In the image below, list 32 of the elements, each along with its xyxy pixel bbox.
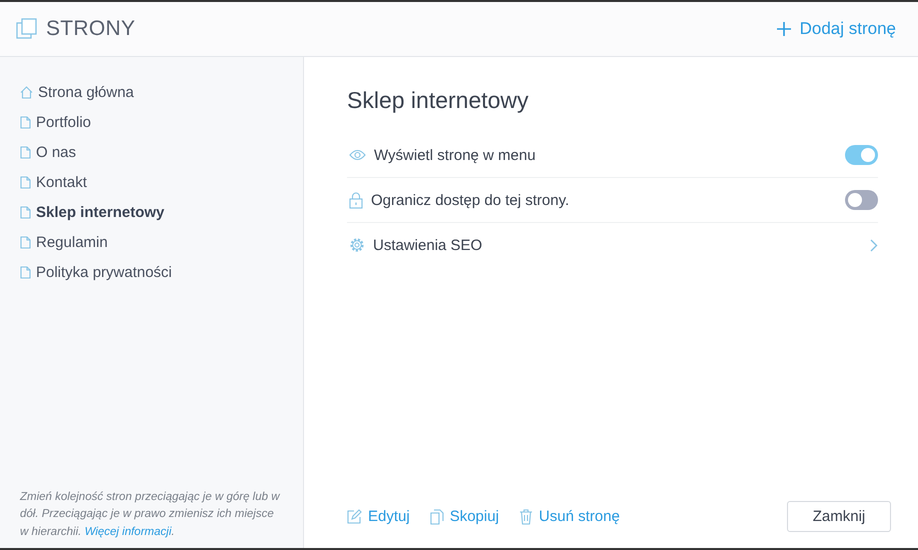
page-icon (20, 206, 31, 218)
copy-icon (430, 508, 444, 524)
gear-icon (349, 237, 365, 253)
page-title: Sklep internetowy (347, 87, 530, 114)
sidebar-item[interactable]: Portfolio (20, 107, 92, 137)
hint-text: Zmień kolejność stron przeciągając je w górę lub w dół. Przeciągając je w prawo zmienisz ich miejsce w hierarchii. Więcej informacji. (20, 490, 281, 540)
page-icon (20, 176, 31, 188)
chevron-right-icon[interactable] (870, 238, 878, 252)
trash-icon (518, 508, 533, 524)
sidebar-item[interactable]: Sklep internetowy (20, 197, 164, 227)
pages-icon (16, 18, 38, 40)
page-icon (20, 236, 31, 248)
home-icon (20, 86, 33, 98)
page-icon (20, 116, 31, 128)
sidebar-item[interactable]: Kontakt (20, 167, 87, 197)
sidebar-item[interactable]: Polityka prywatności (20, 257, 172, 287)
sidebar-item[interactable]: O nas (20, 137, 76, 167)
toggle-switch[interactable] (845, 190, 878, 210)
setting-label: Ustawienia SEO (373, 236, 484, 254)
eye-icon (349, 149, 366, 161)
page-icon (20, 146, 31, 158)
setting-label: Wyświetl stronę w menu (374, 146, 537, 164)
close-button[interactable]: Zamknij (787, 501, 891, 532)
page-icon (20, 266, 31, 278)
lock-icon (349, 192, 363, 208)
sidebar-item[interactable]: Strona główna (20, 77, 134, 107)
header-title: STRONY (46, 17, 136, 41)
sidebar-item[interactable]: Regulamin (20, 227, 108, 257)
plus-icon (776, 21, 792, 37)
setting-label: Ogranicz dostęp do tej strony. (371, 192, 570, 208)
pencil-icon (347, 509, 362, 524)
toggle-switch[interactable] (845, 145, 878, 165)
